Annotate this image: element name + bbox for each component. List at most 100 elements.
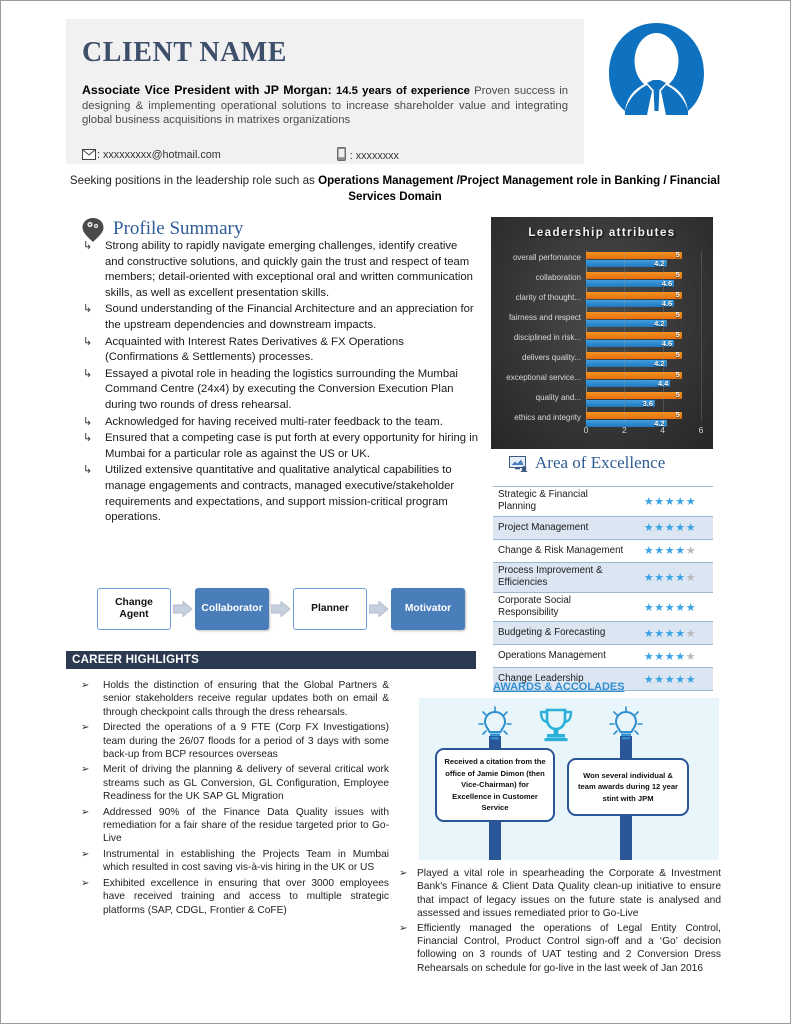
star-icon: ★: [664, 601, 676, 614]
job-title: Associate Vice President with JP Morgan:: [82, 83, 332, 97]
chart-bar-rating: 4.6: [586, 339, 675, 348]
chart-x-tick: 2: [621, 425, 627, 435]
bullet-arrow-icon: ➢: [81, 680, 90, 691]
lightbulb-icon-right: [607, 706, 645, 747]
chart-category-label: disciplined in risk...: [513, 333, 581, 342]
star-icon: ★: [664, 495, 676, 508]
profile-bullet-text: Acquainted with Interest Rates Derivativ…: [105, 335, 404, 364]
bottom-right-bullet-text: Played a vital role in spearheading the …: [417, 868, 721, 920]
star-icon: ★: [685, 601, 697, 614]
chart-bar-value: 3.6: [642, 399, 653, 408]
star-icon: ★: [654, 673, 665, 686]
flow-step-planner[interactable]: Planner: [293, 588, 367, 630]
profile-bullet: ↳ Acquainted with Interest Rates Derivati…: [79, 335, 479, 366]
chart-bar-rating: 4.4: [586, 379, 671, 388]
career-bullet: ➢ Holds the distinction of ensuring that …: [69, 679, 389, 719]
chart-title: Leadership attributes: [528, 226, 676, 239]
career-bullet-text: Holds the distinction of ensuring that t…: [103, 680, 389, 718]
excellence-label: Operations Management: [498, 650, 606, 662]
profile-bullet-text: Ensured that a competing case is put for…: [105, 432, 479, 460]
user-avatar-icon: [589, 19, 724, 119]
page-title: CLIENT NAME: [82, 37, 287, 68]
chevron-right-arrow-icon: [367, 601, 391, 617]
flow-step-label: Planner: [311, 603, 349, 614]
chart-bar-group: overall perfomance 5 4.2: [513, 250, 701, 271]
bullet-arrow-icon: ➢: [81, 764, 90, 776]
objective-statement: Seeking positions in the leadership role…: [69, 173, 721, 204]
career-bullet-text: Addressed 90% of the Finance Data Qualit…: [103, 806, 389, 845]
chart-bar-value: 5: [675, 390, 680, 399]
star-icon: ★: [664, 650, 676, 663]
excellence-star-rating: ★★★★★: [631, 544, 713, 557]
star-icon: ★: [654, 495, 665, 508]
star-icon: ★: [643, 627, 655, 640]
chart-bar-value: 5: [675, 370, 680, 379]
chart-bar-group: fairness and respect 5 4.2: [509, 310, 701, 331]
career-bullet-text: Merit of driving the planning & delivery…: [103, 764, 389, 803]
phone-contact[interactable]: : xxxxxxxx: [336, 147, 399, 164]
chart-category-label: collaboration: [535, 273, 581, 282]
star-icon: ★: [664, 571, 676, 584]
awards-heading: AWARDS & ACCOLADES: [493, 681, 625, 693]
chart-gridline: [701, 251, 702, 421]
career-bullet: ➢ Instrumental in establishing the Projec…: [69, 848, 389, 875]
chart-category-label: exceptional service...: [506, 373, 581, 382]
chart-category-label: fairness and respect: [508, 313, 581, 322]
bottom-right-bullet-text: Efficiently managed the operations of Le…: [417, 922, 721, 974]
excellence-row: Strategic & Financial Planning ★★★★★: [493, 487, 713, 517]
profile-bullet-text: Strong ability to rapidly navigate emerg…: [105, 240, 473, 299]
excellence-label: Process Improvement & Efficiencies: [498, 564, 603, 589]
email-contact[interactable]: : xxxxxxxxx@hotmail.com: [82, 148, 221, 163]
area-of-excellence-table: Strategic & Financial Planning ★★★★★ Proje…: [493, 486, 713, 692]
profile-bullet-text: Acknowledged for having received multi-r…: [105, 415, 443, 428]
flow-step-collaborator[interactable]: Collaborator: [195, 588, 269, 630]
star-icon: ★: [675, 673, 686, 686]
star-icon: ★: [675, 601, 686, 614]
excellence-star-rating: ★★★★★: [631, 495, 713, 508]
chart-bar-target: 5: [586, 250, 682, 259]
chart-bar-rating: 4.2: [586, 319, 667, 328]
career-bullet-text: Directed the operations of a 9 FTE (Corp…: [103, 722, 389, 761]
star-icon: ★: [643, 650, 655, 663]
star-icon: ★: [643, 571, 655, 584]
profile-bullet: ↳ Strong ability to rapidly navigate emer…: [79, 239, 479, 301]
profile-bullet: ↳ Essayed a pivotal role in heading the l…: [79, 367, 479, 414]
header-tagline: Associate Vice President with JP Morgan:…: [82, 83, 568, 128]
chart-bar-value: 5: [675, 330, 680, 339]
chart-x-tick: 4: [660, 425, 666, 435]
lightbulb-icon-left: [476, 706, 514, 747]
flow-step-motivator[interactable]: Motivator: [391, 588, 465, 630]
award-card-0-text: Received a citation from the office of J…: [444, 757, 546, 813]
profile-summary-list: ↳ Strong ability to rapidly navigate emer…: [79, 239, 479, 527]
star-icon: ★: [643, 522, 655, 535]
career-highlights-bar: CAREER HIGHLIGHTS: [66, 651, 476, 669]
profile-bullet: ↳ Acknowledged for having received multi-…: [79, 415, 479, 431]
bullet-arrow-icon: ➢: [81, 722, 90, 734]
bullet-arrow-icon: ↳: [83, 432, 93, 445]
chart-bar-rating: 4.2: [586, 359, 667, 368]
objective-lead: Seeking positions in the leadership role…: [69, 174, 319, 187]
flow-step-change-agent[interactable]: Change Agent: [97, 588, 171, 630]
star-icon: ★: [675, 571, 686, 584]
star-icon: ★: [664, 522, 676, 535]
flow-step-label: Change Agent: [115, 597, 153, 620]
bullet-arrow-icon: ➢: [81, 806, 90, 818]
contact-row: : xxxxxxxxx@hotmail.com : xxxxxxxx: [82, 147, 568, 164]
chevron-right-arrow-icon: [269, 601, 293, 617]
star-icon: ★: [654, 650, 665, 663]
bullet-arrow-icon: ↳: [83, 464, 93, 477]
star-icon: ★: [654, 601, 665, 614]
career-bullet: ➢ Merit of driving the planning & deliver…: [69, 763, 389, 803]
chart-bar-value: 5: [675, 410, 680, 419]
chart-bar-value: 5: [675, 290, 680, 299]
profile-bullet-text: Essayed a pivotal role in heading the lo…: [105, 367, 458, 411]
chart-bar-value: 5: [675, 350, 680, 359]
chart-bar-rating: 4.6: [586, 299, 675, 308]
star-icon: ★: [643, 545, 655, 558]
bullet-arrow-icon: ↳: [83, 415, 93, 428]
years-experience: 14.5 years of experience: [331, 85, 470, 97]
profile-bullet: ↳ Utilized extensive quantitative and qua…: [79, 463, 479, 525]
flow-step-label: Motivator: [404, 603, 452, 614]
career-highlights-list: ➢ Holds the distinction of ensuring that …: [69, 679, 389, 919]
chart-bar-value: 5: [675, 310, 680, 319]
